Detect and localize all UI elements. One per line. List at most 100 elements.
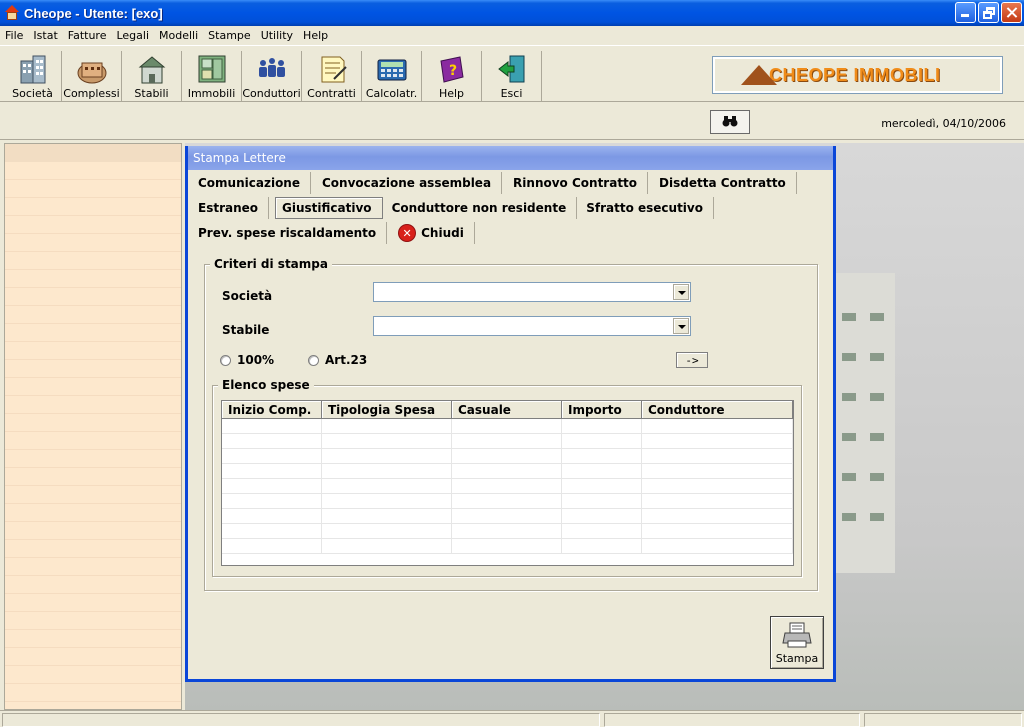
col-tipologia-spesa[interactable]: Tipologia Spesa xyxy=(322,401,452,418)
table-row[interactable] xyxy=(222,494,793,509)
table-row[interactable] xyxy=(222,464,793,479)
calculator-icon xyxy=(376,53,408,85)
title-bar: Cheope - Utente: [exo] xyxy=(0,0,1024,26)
secondary-bar: mercoledì, 04/10/2006 xyxy=(0,103,1024,140)
table-header: Inizio Comp. Tipologia Spesa Casuale Imp… xyxy=(222,401,793,419)
stabile-select[interactable] xyxy=(373,316,691,336)
menu-utility[interactable]: Utility xyxy=(256,29,298,42)
radio-100-label: 100% xyxy=(237,353,275,367)
building-icon xyxy=(17,53,49,85)
criteri-label: Criteri di stampa xyxy=(210,257,332,271)
current-date: mercoledì, 04/10/2006 xyxy=(881,117,1006,130)
window-title: Cheope - Utente: [exo] xyxy=(24,5,163,21)
immobili-button[interactable]: Immobili xyxy=(182,51,242,101)
tab-sfratto-esecutivo[interactable]: Sfratto esecutivo xyxy=(577,197,714,219)
chiudi-button[interactable]: ✕ Chiudi xyxy=(387,222,475,244)
tab-prev-spese-riscaldamento[interactable]: Prev. spese riscaldamento xyxy=(192,222,388,244)
tab-row-2: Estraneo Giustificativo Conduttore non r… xyxy=(192,197,714,219)
tab-rinnovo-contratto[interactable]: Rinnovo Contratto xyxy=(502,172,649,194)
next-arrow-button[interactable]: -> xyxy=(676,352,708,368)
menu-fatture[interactable]: Fatture xyxy=(63,29,112,42)
col-inizio-comp[interactable]: Inizio Comp. xyxy=(222,401,322,418)
help-button[interactable]: ? Help xyxy=(422,51,482,101)
radio-art23-label: Art.23 xyxy=(325,353,368,367)
contract-icon xyxy=(316,53,348,85)
radio-art23[interactable]: Art.23 xyxy=(308,353,367,367)
calcolatrice-button[interactable]: Calcolatr. xyxy=(362,51,422,101)
societa-select[interactable] xyxy=(373,282,691,302)
calcolatrice-label: Calcolatr. xyxy=(365,87,418,100)
plan-icon xyxy=(196,53,228,85)
complex-icon xyxy=(76,53,108,85)
stampa-button[interactable]: Stampa xyxy=(770,616,824,669)
radio-100[interactable]: 100% xyxy=(220,353,274,367)
tab-row-1: Comunicazione Convocazione assemblea Rin… xyxy=(192,172,797,194)
immobili-label: Immobili xyxy=(187,87,236,100)
house-icon xyxy=(136,53,168,85)
table-body xyxy=(222,419,793,565)
help-label: Help xyxy=(438,87,465,100)
societa-label: Società xyxy=(12,87,53,100)
binoculars-icon xyxy=(722,114,738,131)
contratti-label: Contratti xyxy=(307,87,356,100)
tab-estraneo[interactable]: Estraneo xyxy=(192,197,270,219)
left-panel xyxy=(4,143,182,710)
chevron-down-icon[interactable] xyxy=(673,318,689,334)
menu-help[interactable]: Help xyxy=(298,29,333,42)
search-button[interactable] xyxy=(710,110,750,134)
table-row[interactable] xyxy=(222,509,793,524)
menu-istat[interactable]: Istat xyxy=(28,29,62,42)
esci-button[interactable]: Esci xyxy=(482,51,542,101)
stabile-field-label: Stabile xyxy=(222,323,270,337)
conduttori-button[interactable]: Conduttori xyxy=(242,51,302,101)
conduttori-label: Conduttori xyxy=(242,87,301,100)
menu-stampe[interactable]: Stampe xyxy=(203,29,256,42)
table-row[interactable] xyxy=(222,539,793,554)
table-row[interactable] xyxy=(222,419,793,434)
restore-button[interactable] xyxy=(978,2,999,23)
people-icon xyxy=(256,53,288,85)
tab-conduttore-non-residente[interactable]: Conduttore non residente xyxy=(383,197,578,219)
complessi-label: Complessi xyxy=(63,87,120,100)
close-x-icon: ✕ xyxy=(399,225,416,241)
stabili-button[interactable]: Stabili xyxy=(122,51,182,101)
expenses-table[interactable]: Inizio Comp. Tipologia Spesa Casuale Imp… xyxy=(221,400,794,566)
menu-legali[interactable]: Legali xyxy=(111,29,154,42)
minimize-button[interactable] xyxy=(955,2,976,23)
table-row[interactable] xyxy=(222,434,793,449)
cheope-logo: CHEOPE IMMOBILI xyxy=(712,56,1003,94)
status-panel-2 xyxy=(604,713,860,727)
table-row[interactable] xyxy=(222,479,793,494)
stabili-label: Stabili xyxy=(134,87,169,100)
help-book-icon: ? xyxy=(436,53,468,85)
menu-file[interactable]: File xyxy=(0,29,28,42)
societa-button[interactable]: Società xyxy=(4,51,62,101)
tab-disdetta-contratto[interactable]: Disdetta Contratto xyxy=(648,172,797,194)
table-row[interactable] xyxy=(222,449,793,464)
tab-row-3: Prev. spese riscaldamento ✕ Chiudi xyxy=(192,222,475,244)
pyramid-icon xyxy=(741,65,777,85)
menu-modelli[interactable]: Modelli xyxy=(154,29,203,42)
status-bar xyxy=(0,710,1024,727)
stampa-lettere-dialog: Stampa Lettere Comunicazione Convocazion… xyxy=(185,146,836,682)
tab-convocazione-assemblea[interactable]: Convocazione assemblea xyxy=(311,172,503,194)
col-casuale[interactable]: Casuale xyxy=(452,401,562,418)
col-conduttore[interactable]: Conduttore xyxy=(642,401,793,418)
chevron-down-icon[interactable] xyxy=(673,284,689,300)
complessi-button[interactable]: Complessi xyxy=(62,51,122,101)
tab-comunicazione[interactable]: Comunicazione xyxy=(192,172,311,194)
exit-icon xyxy=(496,53,528,85)
menu-bar: File Istat Fatture Legali Modelli Stampe… xyxy=(0,26,1024,45)
svg-text:?: ? xyxy=(449,63,457,79)
left-panel-header xyxy=(5,144,181,162)
dialog-title: Stampa Lettere xyxy=(188,146,833,170)
societa-field-label: Società xyxy=(222,289,273,303)
col-importo[interactable]: Importo xyxy=(562,401,642,418)
close-button[interactable] xyxy=(1001,2,1022,23)
contratti-button[interactable]: Contratti xyxy=(302,51,362,101)
tab-giustificativo[interactable]: Giustificativo xyxy=(275,197,383,219)
table-row[interactable] xyxy=(222,524,793,539)
esci-label: Esci xyxy=(500,87,523,100)
printer-icon xyxy=(782,621,812,652)
elenco-spese-label: Elenco spese xyxy=(218,378,314,392)
